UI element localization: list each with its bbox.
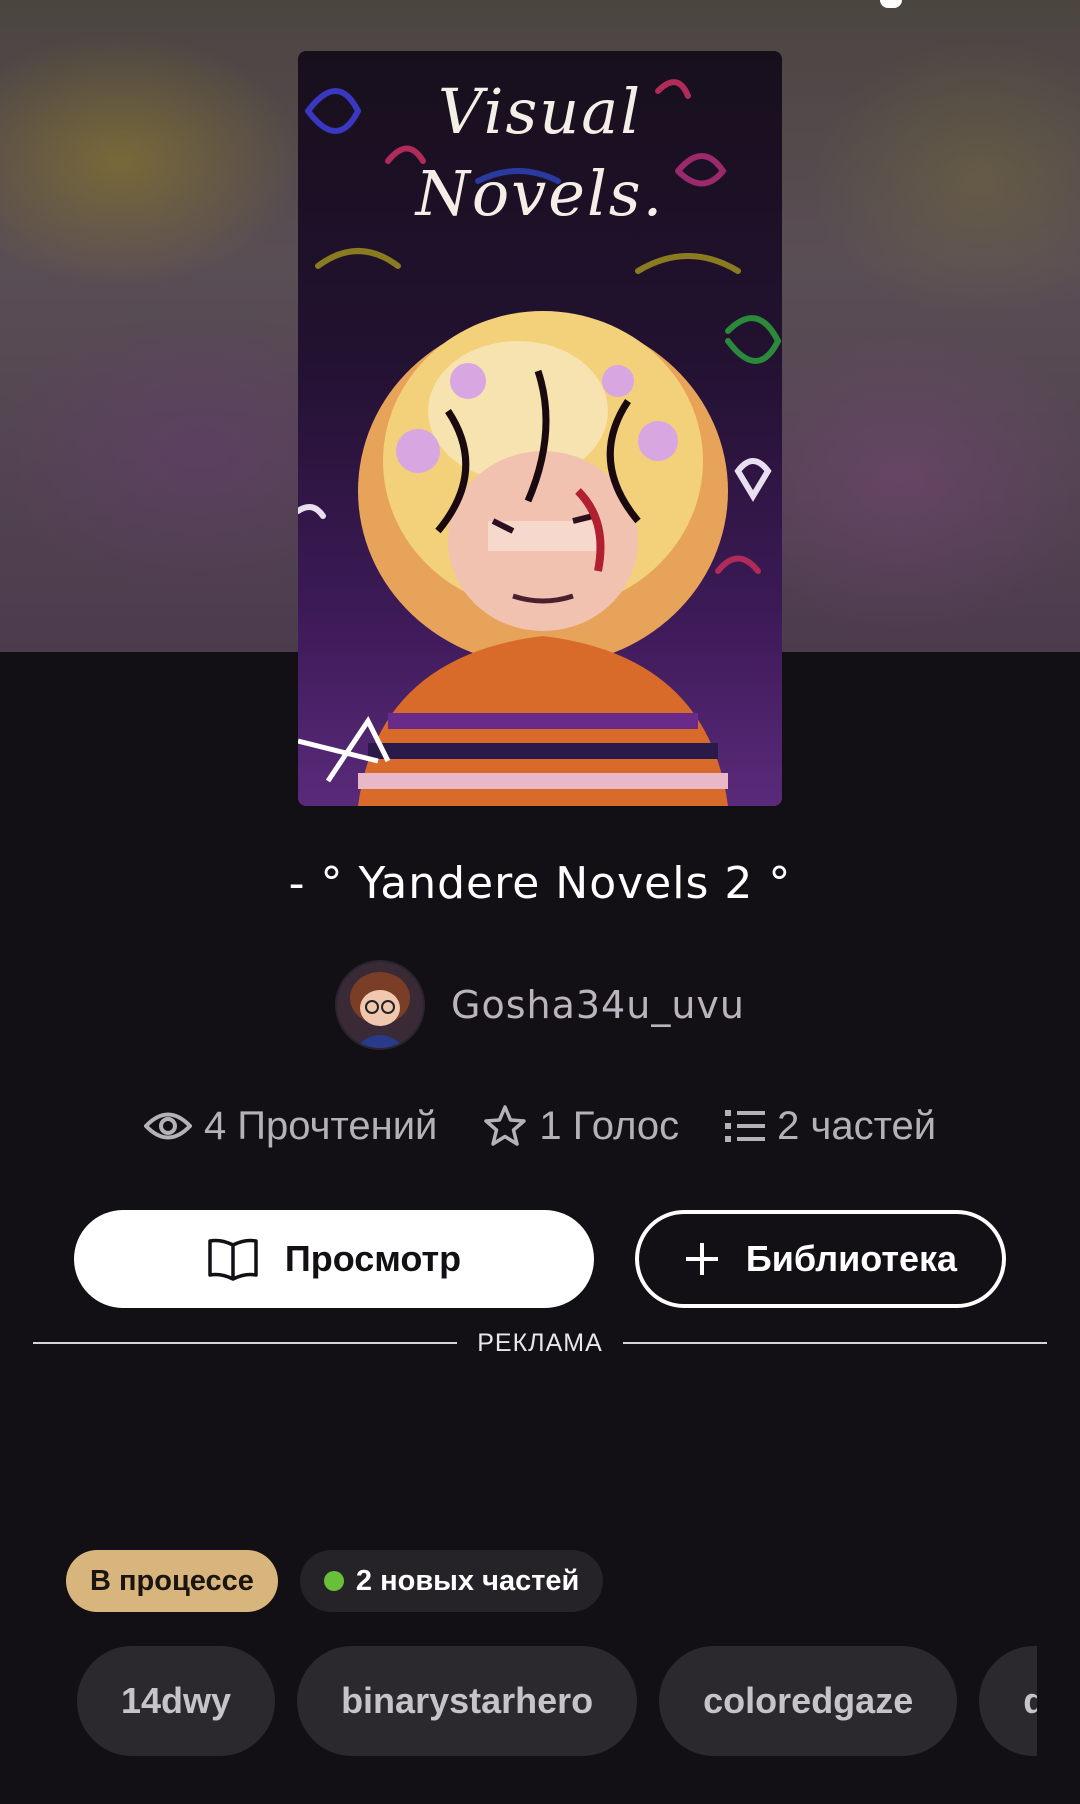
tag-chip[interactable]: d	[979, 1646, 1037, 1756]
book-title: - ° Yandere Novels 2 °	[288, 858, 792, 909]
author-name[interactable]: Gosha34u_uvu	[451, 983, 745, 1027]
cover-title-line1: Visual	[437, 75, 643, 148]
votes-stat: 1 Голос	[483, 1104, 679, 1149]
tag-chip[interactable]: coloredgaze	[659, 1646, 958, 1756]
read-button-label: Просмотр	[284, 1238, 462, 1279]
book-open-icon	[208, 1238, 258, 1281]
library-button-label: Библиотека	[745, 1238, 958, 1279]
stats-row: 4 Прочтений 1 Голос 2 частей	[0, 1096, 1080, 1156]
tag-chip[interactable]: 14dwy	[77, 1646, 276, 1756]
avatar[interactable]	[335, 960, 426, 1050]
avatar-image	[337, 962, 424, 1048]
votes-count: 1 Голос	[539, 1103, 680, 1148]
author-row[interactable]: Gosha34u_uvu	[0, 960, 1080, 1050]
reads-count: 4 Прочтений	[203, 1103, 438, 1148]
tag-chip[interactable]: binarystarhero	[297, 1646, 638, 1756]
eye-icon	[143, 1112, 192, 1140]
read-button[interactable]: Просмотр	[74, 1210, 594, 1308]
tags-scroller[interactable]: 14dwy binarystarhero coloredgaze d	[77, 1646, 1037, 1756]
list-icon	[725, 1110, 766, 1142]
book-cover[interactable]: Visual Novels.	[298, 51, 782, 806]
reads-stat: 4 Прочтений	[143, 1103, 438, 1149]
tags-list: 14dwy binarystarhero coloredgaze d	[77, 1646, 1037, 1756]
badges-row: В процессе 2 новых частей	[66, 1550, 604, 1612]
divider-line-left	[33, 1342, 458, 1344]
divider-line-right	[622, 1342, 1047, 1344]
parts-stat[interactable]: 2 частей	[725, 1104, 936, 1149]
cover-title: Visual Novels.	[298, 71, 782, 235]
star-icon	[484, 1105, 527, 1146]
status-badge: В процессе	[66, 1550, 278, 1612]
green-dot-icon	[323, 1571, 344, 1591]
ad-label: РЕКЛАМА	[477, 1328, 603, 1357]
plus-icon	[685, 1243, 718, 1275]
new-parts-badge: 2 новых частей	[299, 1550, 604, 1612]
new-parts-label: 2 новых частей	[355, 1564, 580, 1597]
add-to-library-button[interactable]: Библиотека	[635, 1210, 1006, 1308]
parts-count: 2 частей	[777, 1103, 937, 1148]
cover-title-line2: Novels.	[415, 157, 665, 230]
ad-divider: РЕКЛАМА	[33, 1328, 1047, 1357]
